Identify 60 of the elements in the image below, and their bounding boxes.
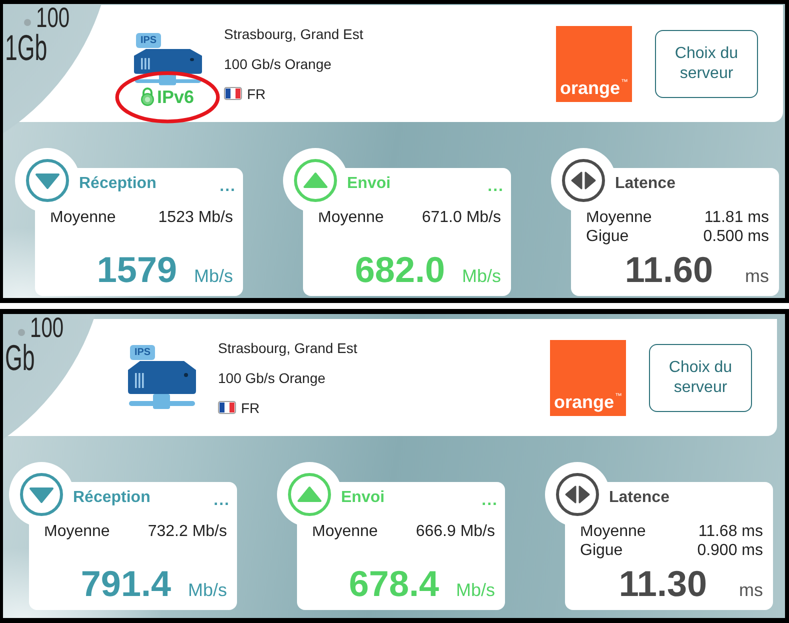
metric-value: 11.60 bbox=[624, 252, 713, 288]
server-provider: 100 Gb/s Orange bbox=[224, 54, 332, 74]
country-code: FR bbox=[247, 84, 266, 104]
ips-tag: IPS bbox=[130, 345, 155, 360]
stat-label: Gigue bbox=[580, 541, 623, 560]
metric-unit: Mb/s bbox=[192, 266, 233, 287]
stat-value: 732.2 Mb/s bbox=[148, 522, 227, 541]
stat-label: Moyenne bbox=[44, 522, 110, 541]
flag-icon bbox=[218, 401, 236, 414]
metric-title: Latence bbox=[609, 489, 670, 507]
more-button[interactable]: ... bbox=[488, 179, 504, 195]
stat-value: 0.500 ms bbox=[703, 227, 769, 246]
metric-unit: ms bbox=[744, 266, 769, 287]
stat-value: 0.900 ms bbox=[697, 541, 763, 560]
stat-value: 666.9 Mb/s bbox=[416, 522, 495, 541]
ips-tag: IPS bbox=[136, 32, 161, 48]
server-location: Strasbourg, Grand Est bbox=[218, 338, 358, 358]
logo-wordmark: orange bbox=[554, 392, 614, 410]
flag-icon bbox=[224, 87, 242, 100]
metric-unit: Mb/s bbox=[454, 580, 495, 601]
stat-label: Moyenne bbox=[580, 522, 646, 541]
server-provider: 100 Gb/s Orange bbox=[218, 368, 326, 388]
stat-label: Moyenne bbox=[312, 522, 378, 541]
server-icon bbox=[134, 48, 202, 86]
logo-wordmark: orange bbox=[560, 78, 620, 96]
metric-value: 11.30 bbox=[618, 566, 707, 602]
metric-value: 1579 bbox=[96, 252, 177, 288]
more-button[interactable]: ... bbox=[214, 493, 230, 509]
gauge-unit-label: Gb bbox=[5, 340, 35, 376]
stat-value: 11.81 ms bbox=[704, 208, 769, 227]
gauge-unit-label: 1Gb bbox=[5, 30, 48, 66]
country-code: FR bbox=[241, 398, 260, 418]
server-choice-button[interactable]: Choix du serveur bbox=[649, 344, 752, 412]
metric-unit: Mb/s bbox=[186, 580, 227, 601]
lock-icon bbox=[140, 87, 155, 106]
metric-value: 678.4 bbox=[348, 566, 439, 602]
stat-label: Moyenne bbox=[50, 208, 116, 227]
metric-value: 791.4 bbox=[80, 566, 171, 602]
metric-title: Réception bbox=[73, 489, 150, 507]
more-button[interactable]: ... bbox=[220, 179, 236, 195]
metric-title: Latence bbox=[615, 175, 676, 193]
server-location: Strasbourg, Grand Est bbox=[224, 24, 364, 44]
stat-label: Gigue bbox=[586, 227, 629, 246]
stat-value: 1523 Mb/s bbox=[158, 208, 233, 227]
stat-label: Moyenne bbox=[586, 208, 652, 227]
metric-title: Envoi bbox=[347, 175, 391, 193]
metric-title: Réception bbox=[79, 175, 156, 193]
server-icon bbox=[128, 361, 196, 410]
gauge-scale-label: 100 bbox=[36, 4, 70, 32]
gauge-scale-label: 100 bbox=[30, 314, 64, 342]
metric-value: 682.0 bbox=[354, 252, 445, 288]
stat-value: 11.68 ms bbox=[698, 522, 763, 541]
metric-unit: Mb/s bbox=[460, 266, 501, 287]
more-button[interactable]: ... bbox=[482, 493, 498, 509]
ipv6-label: IPv6 bbox=[157, 86, 194, 106]
metric-title: Envoi bbox=[341, 489, 385, 507]
stat-value: 671.0 Mb/s bbox=[422, 208, 501, 227]
stat-label: Moyenne bbox=[318, 208, 384, 227]
metric-unit: ms bbox=[738, 580, 763, 601]
server-choice-button[interactable]: Choix du serveur bbox=[655, 30, 758, 98]
